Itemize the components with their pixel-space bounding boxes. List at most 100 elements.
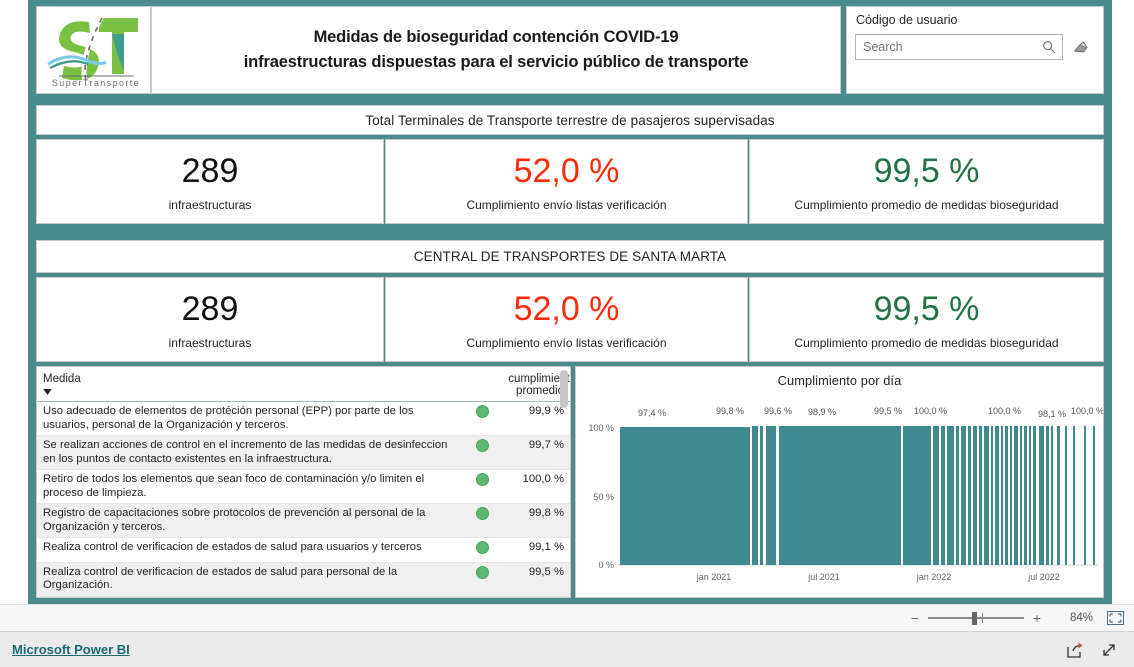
zoom-slider-tick	[981, 613, 983, 623]
zoom-level-label: 84%	[1069, 612, 1093, 624]
data-label: 100,0 %	[914, 406, 947, 416]
microsoft-power-bi-link[interactable]: Microsoft Power BI	[12, 642, 130, 657]
x-tick-label: jan 2021	[696, 572, 732, 582]
kpi-card-cumplimiento-envio-total: 52,0 % Cumplimiento envío listas verific…	[385, 139, 748, 224]
cell-status	[463, 503, 503, 538]
kpi-value: 289	[181, 152, 239, 190]
data-label: 97,4 %	[638, 408, 666, 418]
table-row[interactable]: Retiro de todos los elementos que sean f…	[37, 469, 570, 504]
total-status	[463, 595, 503, 597]
report-title: Medidas de bioseguridad contención COVID…	[151, 6, 841, 94]
kpi-label: Cumplimiento promedio de medidas biosegu…	[794, 198, 1059, 212]
data-label: 100,0 %	[988, 406, 1021, 416]
status-dot-green	[476, 439, 490, 452]
report-title-line1: Medidas de bioseguridad contención COVID…	[313, 28, 679, 46]
table-header-row: Medida cumplimiento promedio	[37, 367, 570, 402]
zoom-in-button[interactable]: +	[1030, 611, 1044, 625]
table-row[interactable]: Realiza control de verificacion de estad…	[37, 562, 570, 597]
zoom-slider-thumb[interactable]	[971, 612, 977, 625]
cell-status	[463, 435, 503, 470]
column-header-medida-label: Medida	[43, 373, 81, 385]
data-label: 98,9 %	[808, 407, 836, 417]
user-code-label: Código de usuario	[856, 13, 958, 27]
table-row[interactable]: Uso adecuado de elementos de protéción p…	[37, 401, 570, 436]
logo-wordmark: SuperTransporte	[51, 78, 139, 88]
cell-medida: Retiro de todos los elementos que sean f…	[37, 469, 464, 504]
kpi-label: Cumplimiento envío listas verificación	[466, 336, 667, 350]
y-tick-label: 0 %	[598, 560, 614, 570]
cell-medida: Realiza control de verificacion de estad…	[37, 562, 464, 597]
zoom-toolbar: − + 84%	[0, 604, 1134, 631]
x-tick-label: jul 2021	[807, 572, 840, 582]
cell-medida: Uso adecuado de elementos de protéción p…	[37, 401, 464, 436]
kpi-value: 99,5 %	[873, 152, 980, 190]
chart-title: Cumplimiento por día	[777, 373, 902, 388]
data-label: 98,1 %	[1038, 409, 1066, 419]
share-icon[interactable]	[1066, 641, 1084, 659]
data-label: 99,6 %	[764, 406, 792, 416]
chart-svg: 100 % 50 % 0 % 97,4 % 99,8 % 99,6 % 98,9…	[588, 406, 1103, 582]
table-row[interactable]: Realiza control de verificacion de estad…	[37, 537, 570, 563]
kpi-value: 289	[181, 290, 239, 328]
total-label: Total	[37, 595, 464, 597]
x-tick-label: jul 2022	[1027, 572, 1060, 582]
fit-to-page-icon[interactable]	[1107, 611, 1124, 625]
supertransporte-logo: SuperTransporte	[36, 6, 151, 94]
table-scrollbar[interactable]	[560, 370, 568, 592]
search-box[interactable]	[855, 34, 1063, 60]
logo-graphic: SuperTransporte	[46, 14, 139, 88]
kpi-value: 99,5 %	[873, 290, 980, 328]
eraser-icon[interactable]	[1072, 38, 1090, 56]
kpi-card-cumplimiento-promedio-total: 99,5 % Cumplimiento promedio de medidas …	[749, 139, 1104, 224]
cell-status	[463, 401, 503, 436]
kpi-label: infraestructuras	[168, 336, 252, 350]
table-row[interactable]: Registro de capacitaciones sobre protoco…	[37, 503, 570, 538]
kpi-card-infraestructuras-total: 289 infraestructuras	[36, 139, 384, 224]
table-scrollbar-thumb[interactable]	[560, 370, 568, 408]
power-bi-report: SuperTransporte Medidas de bioseguridad …	[0, 0, 1134, 667]
cell-status	[463, 537, 503, 563]
total-valor: 99,5 %	[502, 595, 570, 597]
report-footer: Microsoft Power BI	[0, 631, 1134, 667]
section1-heading-text: Total Terminales de Transporte terrestre…	[365, 112, 775, 128]
report-title-line2: infraestructuras dispuestas para el serv…	[243, 53, 749, 71]
kpi-label: infraestructuras	[168, 198, 252, 212]
search-input[interactable]	[856, 35, 1062, 59]
sort-descending-icon[interactable]	[43, 389, 52, 395]
data-label: 99,5 %	[874, 406, 902, 416]
kpi-card-cumplimiento-promedio-terminal: 99,5 % Cumplimiento promedio de medidas …	[749, 277, 1104, 362]
status-dot-green	[476, 541, 490, 554]
cell-medida: Realiza control de verificacion de estad…	[37, 537, 464, 563]
status-dot-green	[476, 405, 490, 418]
section-header-total-terminales: Total Terminales de Transporte terrestre…	[36, 105, 1104, 135]
table-total-row: Total 99,5 %	[37, 595, 570, 597]
chart-plot-area: 100 % 50 % 0 % 97,4 % 99,8 % 99,6 % 98,9…	[576, 388, 1103, 588]
status-dot-green	[476, 507, 490, 520]
table-body: Uso adecuado de elementos de protéción p…	[37, 401, 570, 597]
kpi-card-infraestructuras-terminal: 289 infraestructuras	[36, 277, 384, 362]
report-canvas: SuperTransporte Medidas de bioseguridad …	[28, 0, 1112, 604]
data-label: 100,0 %	[1071, 406, 1103, 416]
column-header-medida[interactable]: Medida	[37, 367, 464, 402]
full-screen-icon[interactable]	[1100, 641, 1118, 659]
kpi-label: Cumplimiento promedio de medidas biosegu…	[794, 336, 1059, 350]
kpi-value: 52,0 %	[513, 290, 620, 328]
data-label: 99,8 %	[716, 406, 744, 416]
column-header-status[interactable]	[463, 367, 503, 402]
table-row[interactable]: Se realizan acciones de control en el in…	[37, 435, 570, 470]
section2-heading-text: CENTRAL DE TRANSPORTES DE SANTA MARTA	[413, 249, 727, 264]
chart-bars	[620, 426, 1095, 565]
kpi-card-cumplimiento-envio-terminal: 52,0 % Cumplimiento envío listas verific…	[385, 277, 748, 362]
x-tick-label: jan 2022	[916, 572, 952, 582]
kpi-value: 52,0 %	[513, 152, 620, 190]
cell-status	[463, 469, 503, 504]
search-icon	[1043, 41, 1056, 54]
status-dot-green	[476, 565, 490, 579]
medidas-table: Medida cumplimiento promedio Uso adecuad…	[37, 367, 570, 597]
section-header-terminal-name: CENTRAL DE TRANSPORTES DE SANTA MARTA	[36, 240, 1104, 273]
status-dot-green	[476, 473, 490, 486]
medidas-table-visual[interactable]: Medida cumplimiento promedio Uso adecuad…	[36, 366, 571, 598]
zoom-out-button[interactable]: −	[908, 611, 922, 625]
zoom-slider[interactable]	[927, 612, 1024, 625]
cumplimiento-por-dia-chart[interactable]: Cumplimiento por día 100 % 50 % 0 % 97,4…	[575, 366, 1104, 598]
